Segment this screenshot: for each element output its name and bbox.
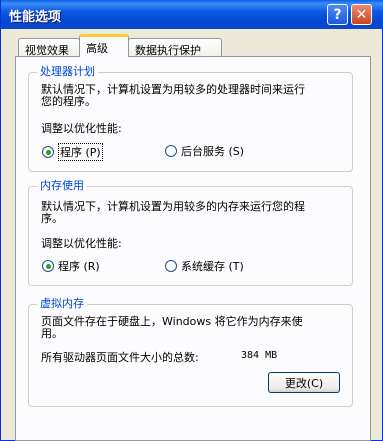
change-button[interactable]: 更改(C) <box>268 372 340 393</box>
adjust-label: 调整以优化性能: <box>41 122 122 135</box>
tab-visual-effects[interactable]: 视觉效果 <box>18 38 80 57</box>
radio-label: 程序 (R) <box>58 260 100 273</box>
paging-total-value: 384 MB <box>241 350 278 361</box>
radio-label: 系统缓存 (T) <box>181 260 244 273</box>
description-line: 页面文件存在于硬盘上，Windows 将它作为内存来使 <box>41 315 303 328</box>
description-line: 默认情况下，计算机设置为用较多的内存来运行您的程 <box>41 200 305 213</box>
help-icon: ? <box>333 6 342 23</box>
radio-button[interactable] <box>165 260 177 272</box>
memory-description: 默认情况下，计算机设置为用较多的内存来运行您的程 序。 <box>41 201 341 225</box>
tab-data-execution-prevention[interactable]: 数据执行保护 <box>128 38 222 57</box>
description-line: 序。 <box>41 212 63 225</box>
group-title: 处理器计划 <box>37 65 98 79</box>
window-title: 性能选项 <box>9 10 62 25</box>
close-button[interactable]: ✕ <box>351 4 372 25</box>
processor-description: 默认情况下，计算机设置为用较多的处理器时间来运行 您的程序。 <box>41 84 341 108</box>
radio-memory-programs[interactable]: 程序 (R) <box>42 258 100 274</box>
radio-processor-background-services[interactable]: 后台服务 (S) <box>165 143 244 159</box>
radio-processor-programs[interactable]: 程序 (P) <box>42 143 103 161</box>
radio-label: 后台服务 (S) <box>181 145 245 158</box>
tab-label: 高级 <box>86 42 108 55</box>
description-line: 用。 <box>41 327 63 340</box>
performance-options-dialog: 性能选项 ? ✕ 视觉效果 高级 数据执行保护 处理器计划 默认情况下，计算机设… <box>0 0 383 441</box>
radio-button[interactable] <box>42 260 54 272</box>
radio-memory-system-cache[interactable]: 系统缓存 (T) <box>165 258 244 274</box>
radio-button[interactable] <box>165 145 177 157</box>
close-icon: ✕ <box>355 6 368 23</box>
radio-label: 程序 (P) <box>58 143 103 161</box>
adjust-label: 调整以优化性能: <box>41 237 122 250</box>
description-line: 您的程序。 <box>41 95 96 108</box>
virtual-memory-description: 页面文件存在于硬盘上，Windows 将它作为内存来使 用。 <box>41 316 341 340</box>
paging-total-label: 所有驱动器页面文件大小的总数: <box>41 351 199 364</box>
group-title: 内存使用 <box>37 179 87 193</box>
tab-advanced[interactable]: 高级 <box>79 34 129 57</box>
group-title: 虚拟内存 <box>37 297 87 311</box>
help-button[interactable]: ? <box>327 4 348 25</box>
title-bar[interactable]: 性能选项 ? ✕ <box>1 0 383 29</box>
radio-button[interactable] <box>42 146 54 158</box>
